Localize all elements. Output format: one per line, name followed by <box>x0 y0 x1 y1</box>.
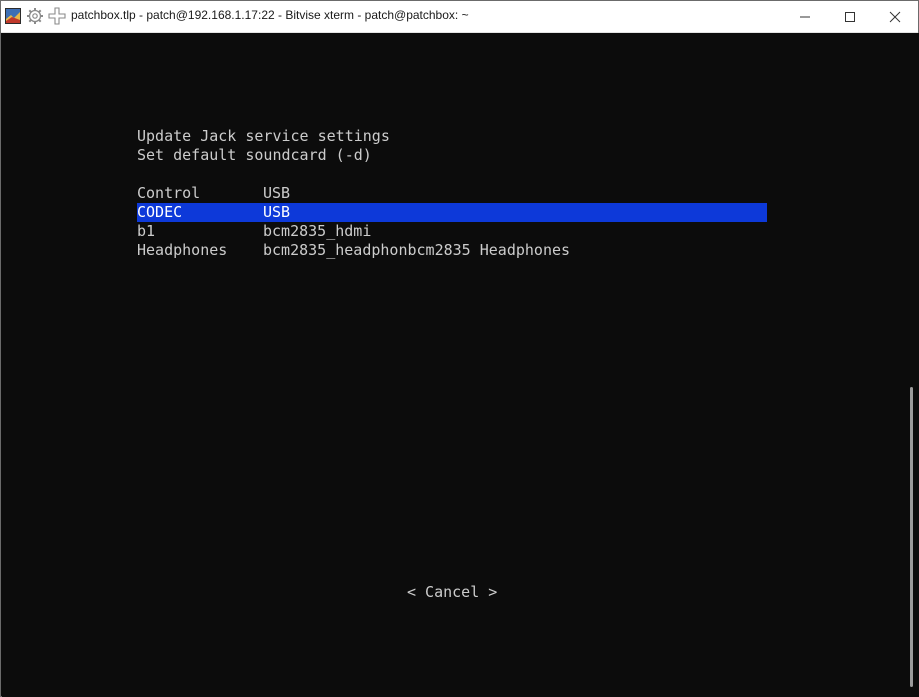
maximize-button[interactable] <box>827 1 873 32</box>
minimize-button[interactable] <box>782 1 828 32</box>
menu-item-value: USB <box>263 203 291 221</box>
menu-item-tag: Headphones <box>137 241 228 259</box>
move-icon[interactable] <box>48 7 66 25</box>
menu-item-codec[interactable]: CODEC USB <box>137 203 767 222</box>
menu-item-tag: CODEC <box>137 203 183 221</box>
close-button[interactable] <box>872 1 918 32</box>
menu-item-value: bcm2835_hdmi <box>263 222 372 240</box>
gear-icon[interactable] <box>26 7 44 25</box>
cancel-button[interactable]: < Cancel > <box>407 583 497 602</box>
scrollbar-thumb[interactable] <box>910 387 913 687</box>
menu-item-value: bcm2835_headphonbcm2835 Headphones <box>263 241 571 259</box>
title-bar[interactable]: patchbox.tlp - patch@192.168.1.17:22 - B… <box>1 1 918 33</box>
menu-item-headphones[interactable]: Headphones bcm2835_headphonbcm2835 Headp… <box>137 241 767 260</box>
dialog-prompt: Set default soundcard (-d) <box>137 146 372 164</box>
menu-item-tag: Control <box>137 184 201 202</box>
terminal-window: patchbox.tlp - patch@192.168.1.17:22 - B… <box>0 0 919 697</box>
close-icon <box>889 11 901 22</box>
dialog-heading: Update Jack service settings <box>137 127 390 145</box>
maximize-icon <box>845 11 855 22</box>
menu-item-b1[interactable]: b1 bcm2835_hdmi <box>137 222 767 241</box>
scrollbar[interactable] <box>905 33 919 697</box>
menu-item-control[interactable]: Control USB <box>137 184 767 203</box>
app-icon[interactable] <box>4 7 22 25</box>
minimize-icon <box>800 16 810 17</box>
menu-item-value: USB <box>263 184 291 202</box>
window-title: patchbox.tlp - patch@192.168.1.17:22 - B… <box>71 8 469 22</box>
terminal-screen[interactable]: Update Jack service settings Set default… <box>2 33 905 697</box>
menu-item-tag: b1 <box>137 222 156 240</box>
